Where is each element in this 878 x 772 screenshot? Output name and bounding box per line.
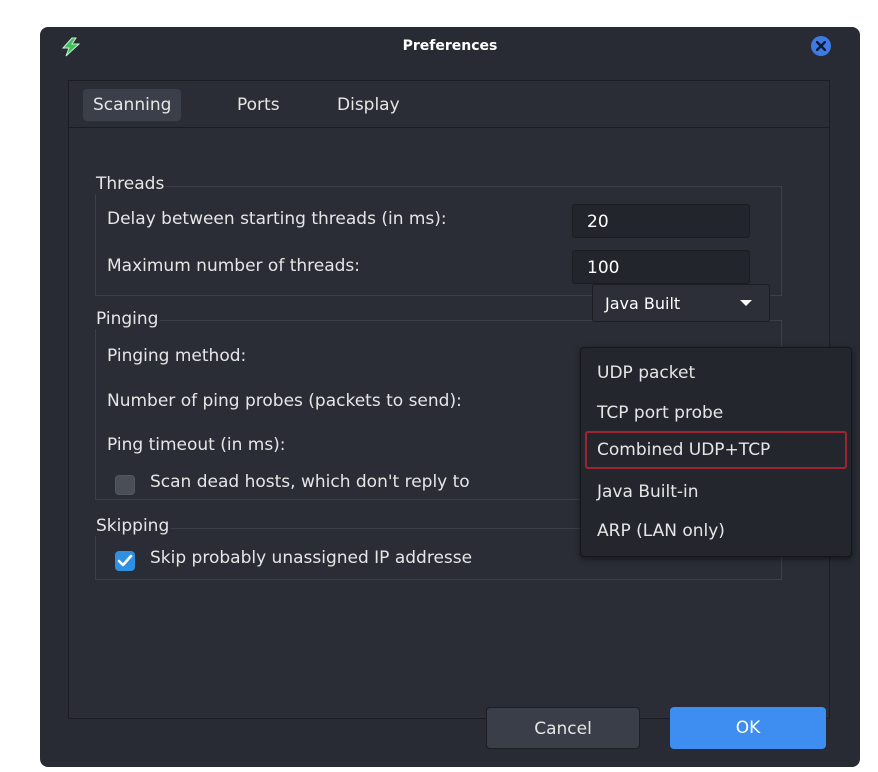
cancel-button[interactable]: Cancel (486, 707, 640, 749)
window-title: Preferences (402, 38, 498, 54)
option-combined-udp-tcp[interactable]: Combined UDP+TCP (585, 431, 847, 469)
option-java-built-in[interactable]: Java Built-in (585, 473, 847, 511)
scan-dead-hosts-label: Scan dead hosts, which don't reply to (150, 472, 470, 492)
check-icon (117, 554, 133, 567)
option-tcp-port-probe[interactable]: TCP port probe (585, 394, 847, 432)
skip-unassigned-label: Skip probably unassigned IP addresse (150, 548, 473, 568)
ok-button[interactable]: OK (670, 707, 826, 749)
option-arp-lan-only[interactable]: ARP (LAN only) (585, 512, 847, 550)
skipping-legend: Skipping (94, 516, 172, 536)
pinging-method-select[interactable]: Java Built (592, 284, 770, 322)
threads-legend: Threads (94, 174, 167, 194)
tab-scanning[interactable]: Scanning (83, 89, 182, 121)
ping-timeout-label: Ping timeout (in ms): (107, 435, 286, 455)
delay-input[interactable]: 20 (572, 204, 750, 238)
delay-label: Delay between starting threads (in ms): (107, 209, 447, 229)
tab-display[interactable]: Display (327, 89, 410, 121)
tab-ports[interactable]: Ports (227, 89, 290, 121)
scan-dead-hosts-checkbox[interactable] (115, 475, 135, 495)
pinging-legend: Pinging (94, 309, 161, 329)
close-button[interactable] (811, 36, 831, 56)
pinging-method-label: Pinging method: (107, 346, 247, 366)
close-icon (816, 41, 826, 51)
pinging-method-dropdown: UDP packet TCP port probe Combined UDP+T… (580, 347, 852, 557)
ping-probes-label: Number of ping probes (packets to send): (107, 391, 462, 411)
tab-divider (69, 127, 829, 128)
pinging-method-value: Java Built (605, 294, 681, 313)
skip-unassigned-checkbox[interactable] (115, 551, 135, 571)
title-bar[interactable]: Preferences (40, 27, 860, 71)
max-threads-input[interactable]: 100 (572, 250, 750, 284)
option-udp-packet[interactable]: UDP packet (585, 354, 847, 392)
chevron-down-icon (740, 300, 752, 306)
max-threads-label: Maximum number of threads: (107, 256, 361, 276)
